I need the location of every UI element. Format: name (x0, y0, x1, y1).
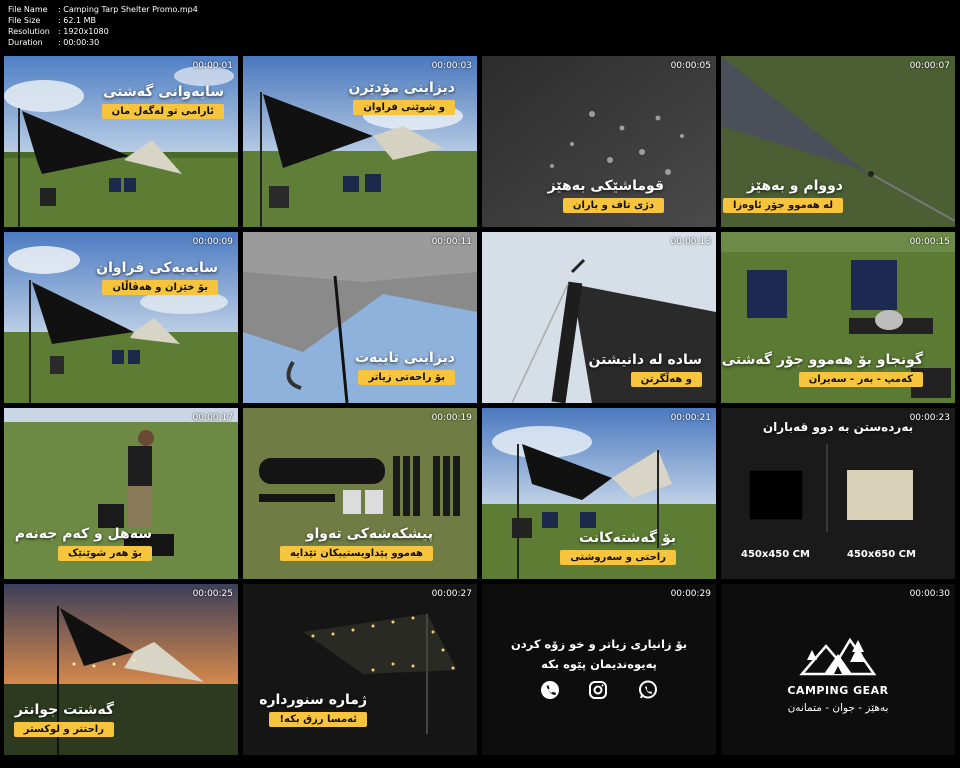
phone-icon[interactable] (540, 680, 560, 700)
tarp-field-image (4, 56, 238, 227)
file-info-row: File Name : Camping Tarp Shelter Promo.mp… (8, 4, 198, 15)
caption: سادە لە دانیشتن و هەڵگرتن (589, 352, 702, 387)
timestamp: 00:00:21 (670, 413, 711, 423)
thumbnail-tile-9[interactable]: 00:00:17 سەهل و کەم جەنەم بۆ هەر شوێنێک (4, 408, 238, 579)
caption-title: ژمارە سنوردارە (259, 692, 367, 708)
file-info-row: Resolution : 1920x1080 (8, 26, 198, 37)
thumbnail-tile-11[interactable]: 00:00:21 بۆ گەشتەکانت راحتی و سەروشتی (482, 408, 716, 579)
file-info-row: Duration : 00:00:30 (8, 37, 198, 48)
file-info-value: : 00:00:30 (58, 38, 100, 47)
caption-subtitle: بۆ هەر شوێنێک (57, 546, 152, 561)
caption-subtitle: کەمپ - بەر - سەیران (798, 372, 923, 387)
thumbnail-tile-4[interactable]: 00:00:07 دووام و بەهێز لە هەموو جۆر ئاوە… (721, 56, 955, 227)
caption: سایەیەکی فراوان بۆ خێزان و هەڤاڵان (96, 260, 218, 295)
timestamp: 00:00:13 (670, 237, 711, 247)
timestamp: 00:00:27 (431, 589, 472, 599)
caption-title: دیزاینی تایبەت (354, 350, 455, 366)
caption-subtitle: ئەمسا رزق بکە! (269, 712, 367, 727)
thumbnail-tile-13[interactable]: 00:00:25 گەشتت جوانتر راحتتر و لوکستر (4, 584, 238, 755)
caption: سایەوانی گەشتی ئارامی تو لەگەل مان (101, 84, 224, 119)
tarp-field-image (4, 232, 238, 403)
brand-name: CAMPING GEAR (787, 684, 889, 697)
thumbnail-tile-14[interactable]: 00:00:27 ژمارە سنوردارە ئەمسا رزق بکە! (243, 584, 477, 755)
thumbnail-tile-5[interactable]: 00:00:09 سایەیەکی فراوان بۆ خێزان و هەڤا… (4, 232, 238, 403)
caption-title: دووام و بەهێز (747, 178, 843, 194)
file-info-label: File Name (8, 5, 48, 14)
thumbnail-tile-12[interactable]: 00:00:23 بەردەستن بە دوو قەباران 450x450… (721, 408, 955, 579)
timestamp: 00:00:09 (192, 237, 233, 247)
size-label-small: 450x450 CM (741, 549, 810, 560)
file-info-row: File Size : 62.1 MB (8, 15, 198, 26)
timestamp: 00:00:19 (431, 413, 472, 423)
caption-title: بۆ گەشتەکانت (579, 530, 676, 546)
caption: پیشکەشەکی تەواو هەموو پێداویستییکان تێدا… (279, 526, 433, 561)
timestamp: 00:00:11 (431, 237, 472, 247)
thumbnail-tile-10[interactable]: 00:00:19 پیشکەشەکی تەواو هەموو پێداویستی… (243, 408, 477, 579)
caption-subtitle: هەموو پێداویستییکان تێدایە (279, 546, 433, 561)
thumbnail-tile-2[interactable]: 00:00:03 دیزاینی مۆدێرن و شوێنی فراوان (243, 56, 477, 227)
thumbnail-tile-16[interactable]: 00:00:30 CAMPING GEAR بەهێز - جوان - متم… (721, 584, 955, 755)
caption-title: پیشکەشەکی تەواو (305, 526, 433, 542)
caption-subtitle: و هەڵگرتن (630, 372, 702, 387)
caption: دیزاینی مۆدێرن و شوێنی فراوان (348, 80, 455, 115)
thumbnail-tile-15[interactable]: 00:00:29 بۆ زانیاری زیاتر و خو زۆە کردن … (482, 584, 716, 755)
instagram-icon[interactable] (588, 680, 608, 700)
caption-subtitle: لە هەموو جۆر ئاوەزا (723, 198, 843, 213)
tarp-450x650-shape (847, 470, 913, 520)
caption-title: سەهل و کەم جەنەم (14, 526, 152, 542)
thumbnail-tile-7[interactable]: 00:00:13 سادە لە دانیشتن و هەڵگرتن (482, 232, 716, 403)
caption-subtitle: راحتتر و لوکستر (13, 722, 114, 737)
caption: بۆ گەشتەکانت راحتی و سەروشتی (560, 530, 676, 565)
file-info-label: Resolution (8, 27, 50, 36)
caption-subtitle: بۆ خێزان و هەڤاڵان (102, 280, 218, 295)
caption: قوماشێکی بەهێز دژی تاف و باران (548, 178, 664, 213)
file-info-value: : 62.1 MB (58, 16, 96, 25)
timestamp: 00:00:05 (670, 61, 711, 71)
tent-mountain-logo-icon (799, 637, 877, 676)
contact-line-2: پەیوەندیمان پێوە بکە (541, 657, 657, 671)
caption-title: سادە لە دانیشتن (588, 352, 702, 368)
caption-title: گەشتت جوانتر (14, 702, 114, 718)
caption: دیزاینی تایبەت بۆ راحەتی زیاتر (355, 350, 455, 385)
timestamp: 00:00:07 (909, 61, 950, 71)
timestamp: 00:00:29 (670, 589, 711, 599)
thumbnail-tile-8[interactable]: 00:00:15 گونجاو بۆ هەموو جۆر گەشتی کەمپ … (721, 232, 955, 403)
caption-subtitle: و شوێنی فراوان (353, 100, 455, 115)
size-label-large: 450x650 CM (847, 549, 916, 560)
file-info-header: File Name : Camping Tarp Shelter Promo.mp… (8, 4, 198, 48)
file-info-value: : 1920x1080 (58, 27, 109, 36)
tarp-450x450-shape (748, 469, 804, 521)
thumbnail-tile-3[interactable]: 00:00:05 قوماشێکی بەهێز دژی تاف و باران (482, 56, 716, 227)
caption-subtitle: راحتی و سەروشتی (560, 550, 676, 565)
caption-title: سایەیەکی فراوان (96, 260, 218, 276)
caption-title: گونجاو بۆ هەموو جۆر گەشتی (721, 352, 923, 368)
timestamp: 00:00:03 (431, 61, 472, 71)
timestamp: 00:00:15 (909, 237, 950, 247)
caption: سەهل و کەم جەنەم بۆ هەر شوێنێک (15, 526, 152, 561)
caption-subtitle: دژی تاف و باران (562, 198, 664, 213)
thumbnail-tile-6[interactable]: 00:00:11 دیزاینی تایبەت بۆ راحەتی زیاتر (243, 232, 477, 403)
caption-subtitle: ئارامی تو لەگەل مان (101, 104, 224, 119)
file-info-value: : Camping Tarp Shelter Promo.mp4 (58, 5, 198, 14)
file-info-label: File Size (8, 16, 41, 25)
caption-subtitle: بۆ راحەتی زیاتر (358, 370, 455, 385)
caption: دووام و بەهێز لە هەموو جۆر ئاوەزا (723, 178, 843, 213)
contact-line-1: بۆ زانیاری زیاتر و خو زۆە کردن (510, 637, 688, 651)
brand-tagline: بەهێز - جوان - متمانەن (787, 702, 889, 714)
caption: ژمارە سنوردارە ئەمسا رزق بکە! (259, 692, 367, 727)
night-tarp-lights-image (243, 584, 477, 755)
caption: گەشتت جوانتر راحتتر و لوکستر (13, 702, 114, 737)
timestamp: 00:00:25 (192, 589, 233, 599)
timestamp: 00:00:30 (909, 589, 950, 599)
timestamp: 00:00:17 (192, 413, 233, 423)
caption: گونجاو بۆ هەموو جۆر گەشتی کەمپ - بەر - س… (722, 352, 923, 387)
timestamp: 00:00:01 (192, 61, 233, 71)
caption-title: قوماشێکی بەهێز (547, 178, 664, 194)
caption-title: سایەوانی گەشتی (103, 84, 224, 100)
whatsapp-icon[interactable] (638, 680, 658, 700)
thumbnail-tile-1[interactable]: 00:00:01 سایەوانی گەشتی ئارامی تو لەگەل … (4, 56, 238, 227)
caption-title: دیزاینی مۆدێرن (348, 80, 455, 96)
file-info-label: Duration (8, 38, 43, 47)
